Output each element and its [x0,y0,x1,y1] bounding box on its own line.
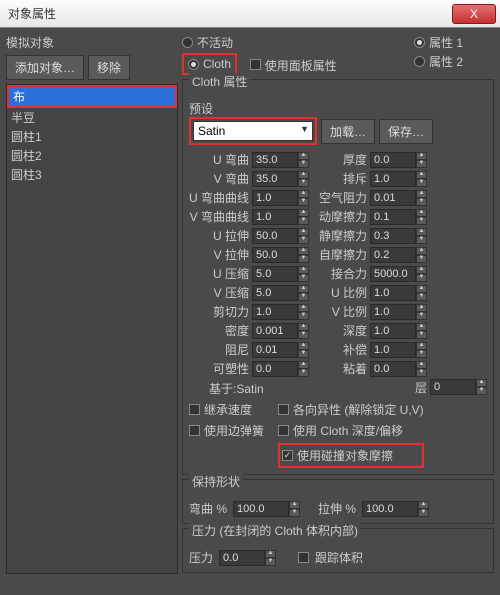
close-button[interactable]: X [452,4,496,24]
param-spinner[interactable] [370,342,416,358]
param-spinner[interactable] [370,152,416,168]
window-title: 对象属性 [8,5,56,22]
param-spinner[interactable] [252,266,298,282]
param-spinner[interactable] [370,285,416,301]
radio-attr2[interactable] [414,56,425,67]
list-item[interactable]: 布 [9,87,175,106]
layer-spinner[interactable] [430,379,476,395]
param-spinner[interactable] [370,209,416,225]
radio-inactive[interactable] [182,37,193,48]
use-panel-label: 使用面板属性 [265,59,337,73]
add-object-button[interactable]: 添加对象… [6,55,84,80]
param-spinner[interactable] [252,190,298,206]
remove-object-button[interactable]: 移除 [88,55,130,80]
param-spinner[interactable] [252,247,298,263]
cloth-props-title: Cloth 属性 [189,73,250,90]
list-item[interactable]: 圆柱2 [7,146,177,165]
aniso-checkbox[interactable] [278,404,289,415]
param-spinner[interactable] [370,304,416,320]
edge-spring-checkbox[interactable] [189,425,200,436]
stretch-spinner[interactable] [362,501,418,517]
sim-objects-label: 模拟对象 [6,34,178,51]
cloth-depth-checkbox[interactable] [278,425,289,436]
inactive-label: 不活动 [197,34,233,51]
param-spinner[interactable] [370,266,416,282]
param-spinner[interactable] [252,342,298,358]
param-spinner[interactable] [370,228,416,244]
param-spinner[interactable] [252,361,298,377]
param-spinner[interactable] [252,152,298,168]
param-spinner[interactable] [252,228,298,244]
param-spinner[interactable] [370,190,416,206]
preset-label: 预设 [189,100,487,117]
bend-spinner[interactable] [233,501,289,517]
keep-shape-title: 保持形状 [189,473,243,490]
cloth-radio-label: Cloth [203,57,231,71]
collision-friction-checkbox[interactable]: ✓ [282,450,293,461]
pressure-title: 压力 (在封闭的 Cloth 体积内部) [189,522,361,539]
radio-cloth[interactable] [188,59,199,70]
list-item[interactable]: 半豆 [7,108,177,127]
param-spinner[interactable] [252,285,298,301]
load-button[interactable]: 加载… [321,119,375,144]
inherit-vel-checkbox[interactable] [189,404,200,415]
param-spinner[interactable] [370,361,416,377]
param-spinner[interactable] [252,304,298,320]
param-spinner[interactable] [252,209,298,225]
preset-dropdown[interactable]: Satin [193,121,313,141]
param-spinner[interactable] [370,247,416,263]
param-spinner[interactable] [252,323,298,339]
list-item[interactable]: 圆柱1 [7,127,177,146]
list-item[interactable]: 圆柱3 [7,165,177,184]
param-spinner[interactable] [252,171,298,187]
pressure-spinner[interactable] [219,550,265,566]
param-spinner[interactable] [370,323,416,339]
use-panel-checkbox[interactable] [250,59,261,70]
param-spinner[interactable] [370,171,416,187]
track-volume-checkbox[interactable] [298,552,309,563]
object-listbox[interactable]: 布 半豆 圆柱1 圆柱2 圆柱3 [6,84,178,574]
radio-attr1[interactable] [414,37,425,48]
save-button[interactable]: 保存… [379,119,433,144]
